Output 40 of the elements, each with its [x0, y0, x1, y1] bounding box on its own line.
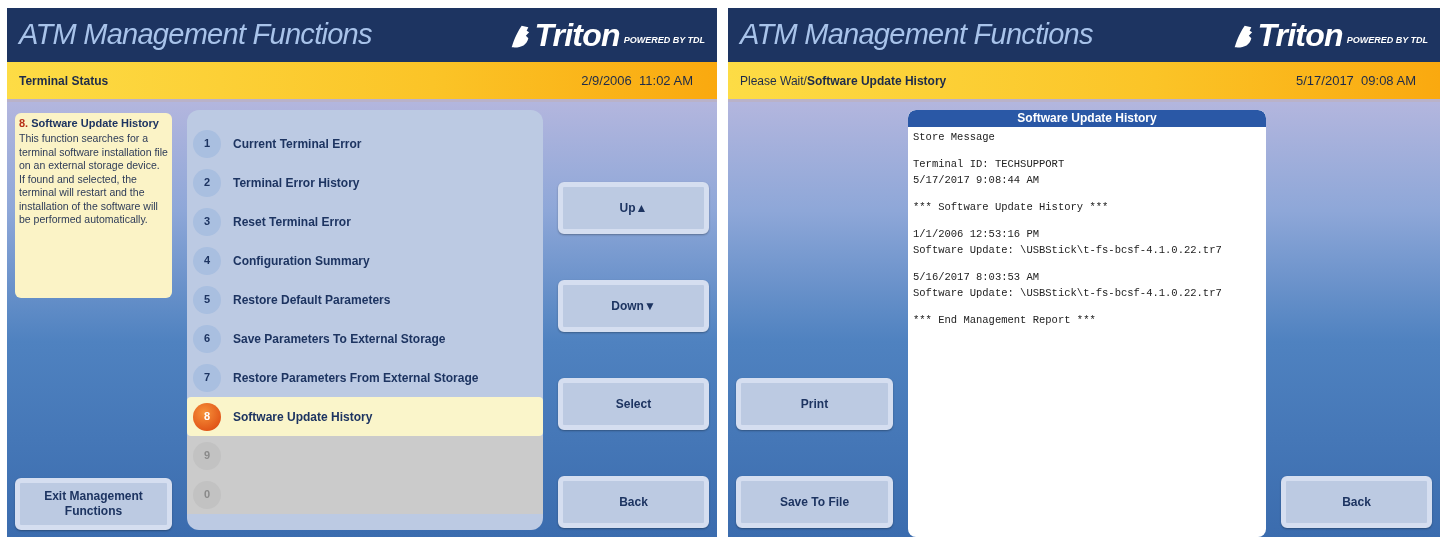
logo-tagline: POWERED BY TDL	[1346, 33, 1428, 47]
menu-item[interactable]: 4 Configuration Summary	[187, 241, 543, 280]
report-line: *** End Management Report ***	[913, 313, 1097, 328]
menu-button[interactable]: Down▼	[558, 280, 709, 332]
report-line: Software Update: \USBStick\t-fs-bcsf-4.1.0.22.tr7	[913, 243, 1223, 258]
report-line: 5/17/2017 9:08:44 AM	[913, 173, 1041, 188]
shell-icon	[1233, 24, 1254, 49]
logo-tagline: POWERED BY TDL	[623, 33, 705, 47]
menu-button[interactable]: Up▲	[558, 182, 709, 234]
info-title: 8. Software Update History	[19, 116, 160, 131]
menu-item[interactable]: 1 Current Terminal Error	[187, 124, 543, 163]
report-line: Software Update: \USBStick\t-fs-bcsf-4.1.0.22.tr7	[913, 286, 1223, 301]
menu-button[interactable]: Exit Management Functions	[15, 478, 172, 530]
report-line: Terminal ID: TECHSUPPORT	[913, 157, 1066, 172]
info-description: This function searches for a terminal software installation file on an external storage device. If found and selected, the terminal will restart and the installation of the software will be performed automatically.	[19, 132, 168, 227]
menu-item[interactable]: 6 Save Parameters To External Storage	[187, 319, 543, 358]
menu-item[interactable]: 5 Restore Default Parameters	[187, 280, 543, 319]
status-text: Terminal Status	[19, 72, 109, 90]
status-text: Please Wait/Software Update History	[740, 72, 947, 90]
menu-item[interactable]: 3 Reset Terminal Error	[187, 202, 543, 241]
date-time: 2/9/2006 11:02 AM	[581, 71, 693, 90]
menu-button[interactable]: Print	[736, 378, 893, 430]
menu-button[interactable]: Back	[558, 476, 709, 528]
date-time: 5/17/2017 09:08 AM	[1296, 71, 1416, 90]
shell-icon	[510, 24, 531, 49]
menu-item[interactable]: 2 Terminal Error History	[187, 163, 543, 202]
report-line: Store Message	[913, 130, 996, 145]
menu-item[interactable]: 8 Software Update History	[187, 397, 543, 436]
brand-logo: Triton	[534, 19, 620, 51]
menu-button[interactable]: Save To File	[736, 476, 893, 528]
report-title: Software Update History	[908, 110, 1266, 127]
report-line: 5/16/2017 8:03:53 AM	[913, 270, 1041, 285]
menu-button[interactable]: Select	[558, 378, 709, 430]
screen-title: ATM Management Functions	[740, 17, 1093, 53]
report-line: *** Software Update History ***	[913, 200, 1110, 215]
screen-title: ATM Management Functions	[19, 17, 372, 53]
report-line: 1/1/2006 12:53:16 PM	[913, 227, 1041, 242]
menu-item[interactable]: 7 Restore Parameters From External Storage	[187, 358, 543, 397]
menu-button[interactable]: Back	[1281, 476, 1432, 528]
brand-logo: Triton	[1257, 19, 1343, 51]
